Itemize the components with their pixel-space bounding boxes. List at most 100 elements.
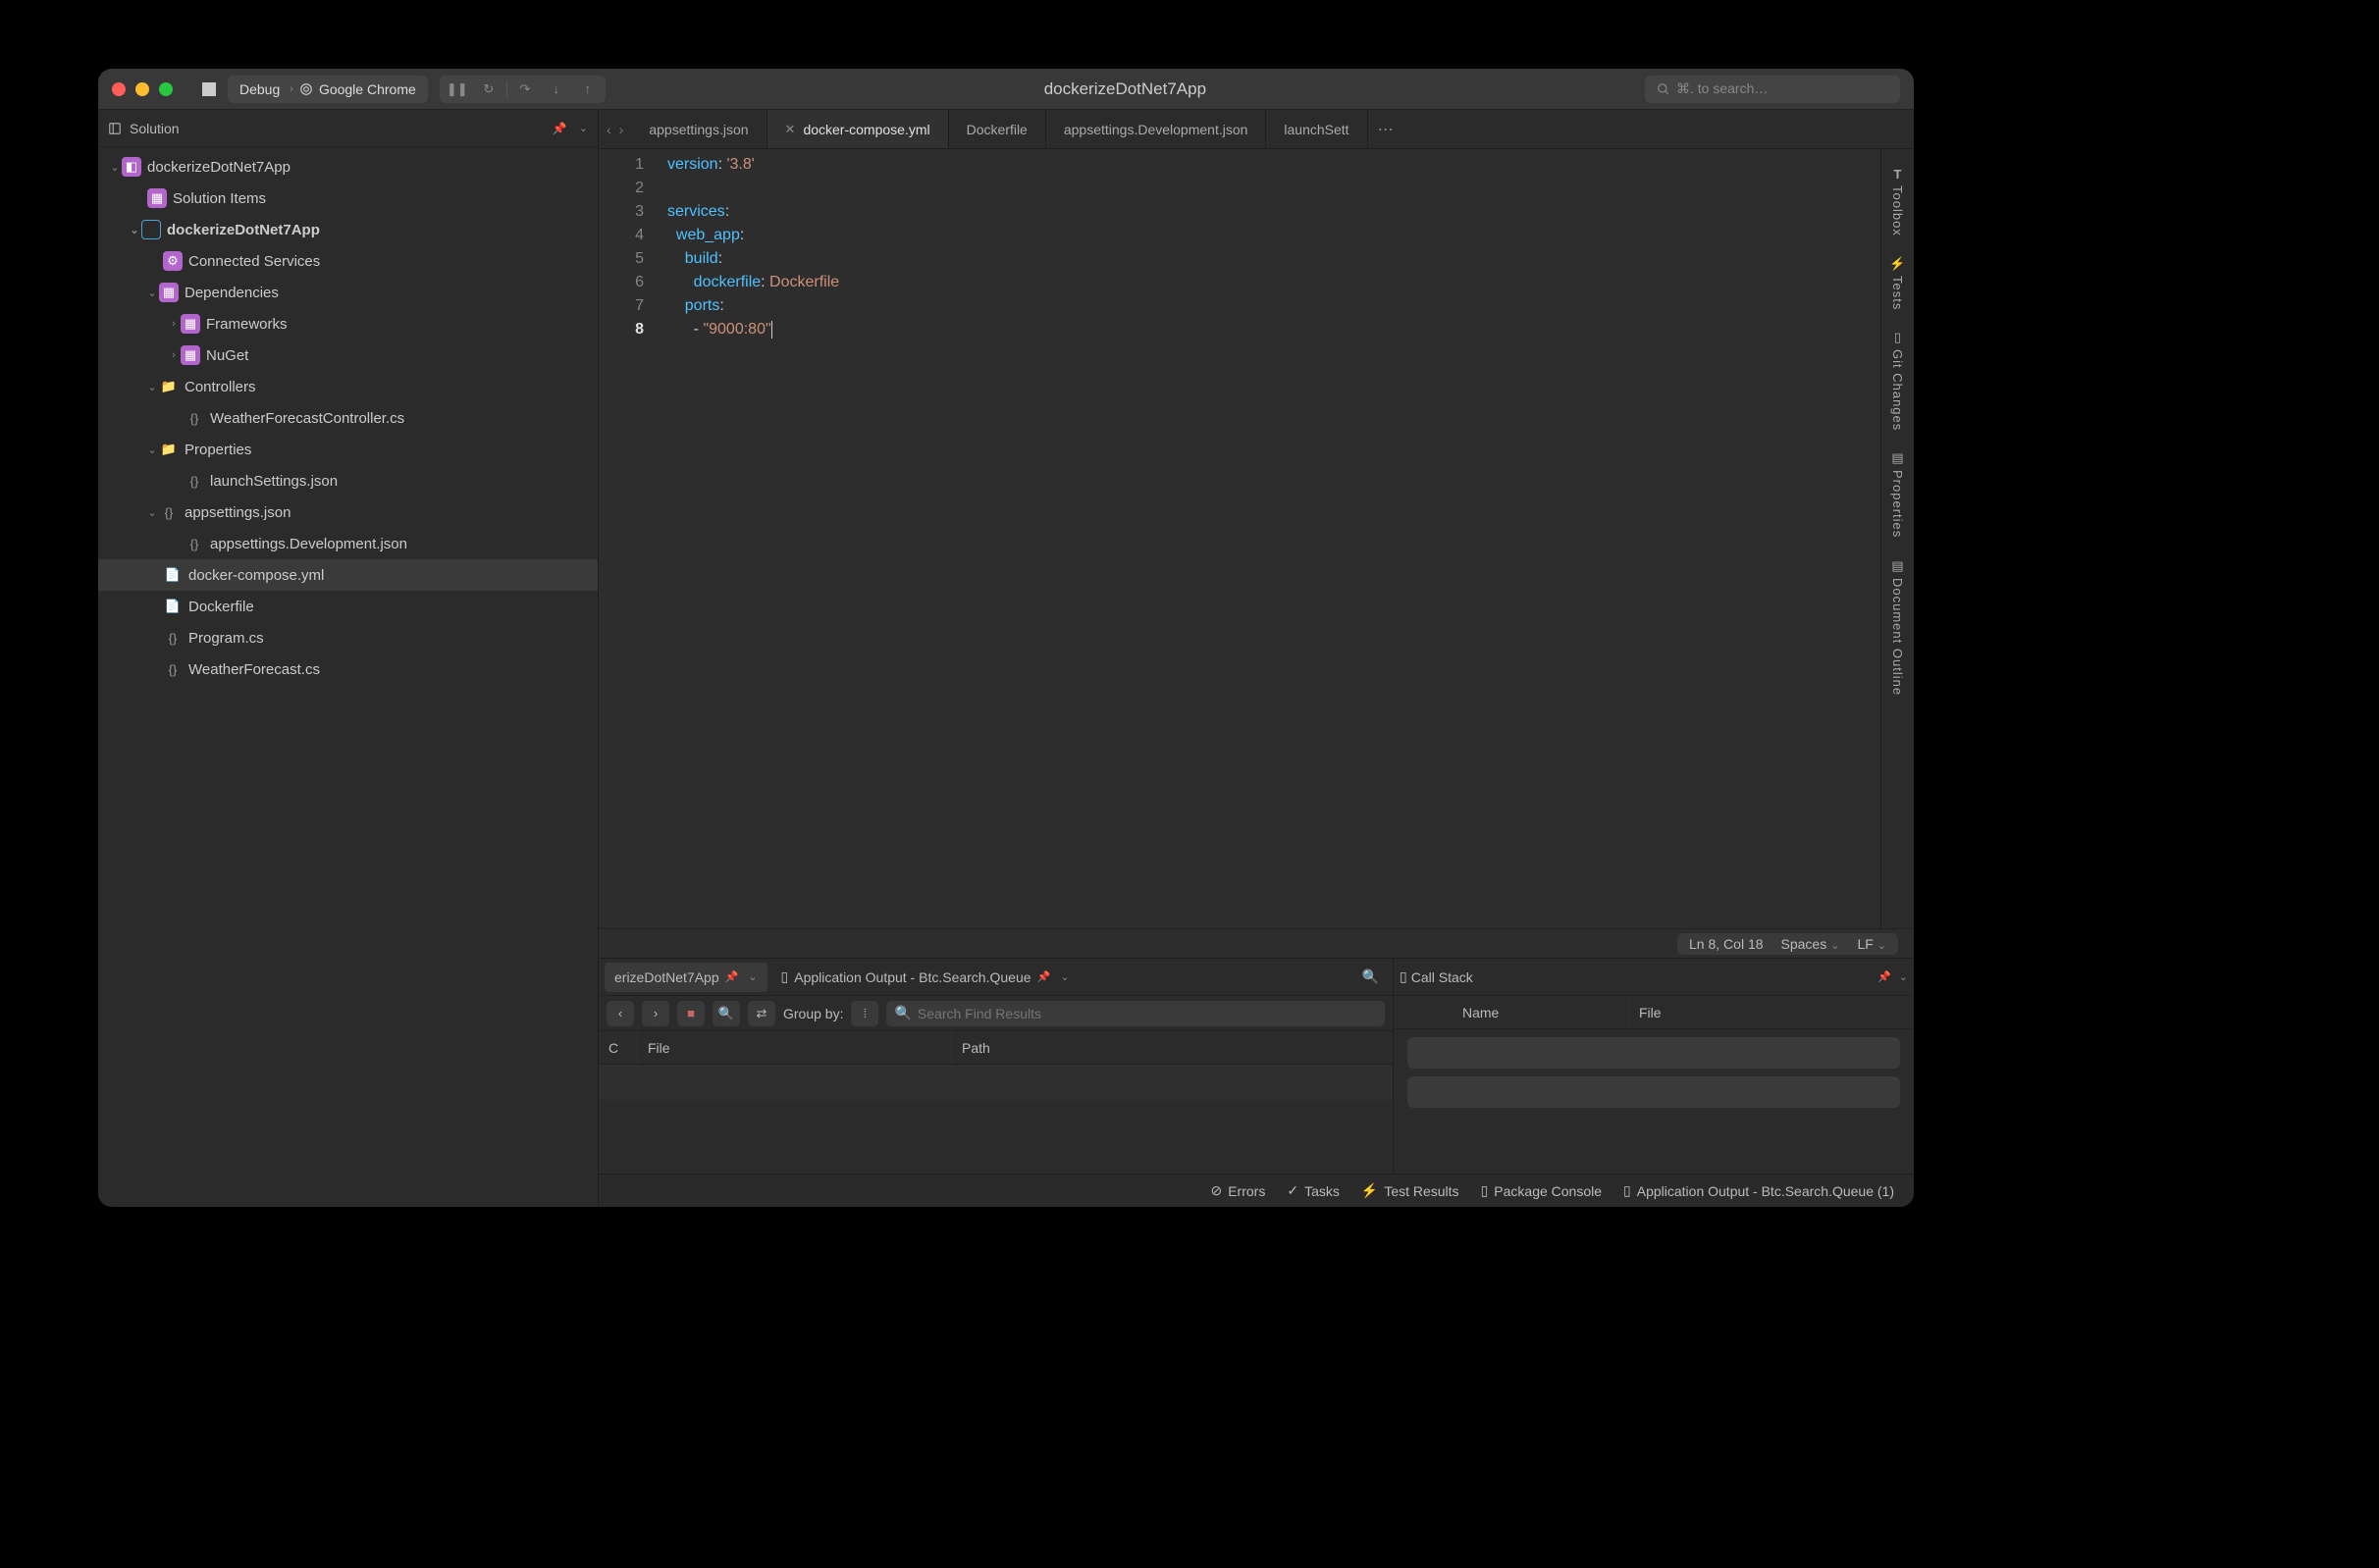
find-results-search[interactable]: 🔍	[886, 1001, 1385, 1026]
call-stack-columns: Name File	[1394, 996, 1914, 1029]
tab-appsettings[interactable]: appsettings.json	[631, 110, 767, 148]
step-out-button[interactable]: ↑	[574, 78, 602, 101]
code-editor[interactable]: 1 2 3 4 5 6 7 8 version: '3.8' services:…	[599, 149, 1880, 928]
stop-button[interactable]	[202, 82, 216, 96]
toolbox-panel-button[interactable]: TToolbox	[1890, 157, 1905, 246]
errors-button[interactable]: ⊘Errors	[1210, 1182, 1265, 1199]
tree-controllers[interactable]: ⌄📁Controllers	[98, 371, 598, 402]
call-stack-title: Call Stack	[1411, 969, 1473, 985]
col-file[interactable]: File	[1629, 996, 1914, 1028]
group-by-label: Group by:	[783, 1006, 843, 1021]
indent-selector[interactable]: Spaces⌄	[1781, 936, 1840, 952]
pin-icon[interactable]: 📌	[1037, 970, 1051, 983]
application-output-button[interactable]: ▯Application Output - Btc.Search.Queue (…	[1623, 1182, 1894, 1199]
tab-appsettings-dev[interactable]: appsettings.Development.json	[1046, 110, 1267, 148]
col-c[interactable]: C	[599, 1031, 638, 1064]
close-tab-icon[interactable]: ✕	[785, 122, 796, 137]
tree-solution-items[interactable]: ▦Solution Items	[98, 183, 598, 214]
refresh-search-button[interactable]: 🔍	[713, 1001, 740, 1026]
step-into-button[interactable]: ↓	[543, 78, 570, 101]
search-icon[interactable]: 🔍	[1354, 968, 1387, 985]
restart-button[interactable]: ↻	[475, 78, 502, 101]
call-stack-body[interactable]	[1394, 1029, 1914, 1174]
tree-appsettings-dev[interactable]: {}appsettings.Development.json	[98, 528, 598, 559]
stop-search-button[interactable]: ■	[677, 1001, 705, 1026]
find-results-tab[interactable]: erizeDotNet7App📌⌄	[605, 963, 767, 992]
tab-docker-compose[interactable]: ✕docker-compose.yml	[767, 110, 949, 148]
minimize-window-button[interactable]	[135, 82, 149, 96]
search-icon: 🔍	[894, 1005, 911, 1021]
pin-icon[interactable]: 📌	[725, 970, 739, 983]
tree-program-cs[interactable]: {}Program.cs	[98, 622, 598, 653]
nav-forward-button[interactable]: ›	[619, 122, 624, 137]
cursor-position[interactable]: Ln 8, Col 18	[1689, 936, 1764, 952]
pin-icon[interactable]: 📌	[1877, 970, 1891, 983]
chevron-down-icon[interactable]: ⌄	[579, 122, 588, 134]
col-file[interactable]: File	[638, 1031, 952, 1064]
tree-project[interactable]: ⌄dockerizeDotNet7App	[98, 214, 598, 245]
tree-frameworks[interactable]: ›▦Frameworks	[98, 308, 598, 340]
tests-panel-button[interactable]: ⚡Tests	[1889, 246, 1905, 320]
sidebar-header: Solution 📌 ⌄	[98, 110, 598, 147]
result-row[interactable]	[599, 1100, 1393, 1135]
tree-dependencies[interactable]: ⌄▦Dependencies	[98, 277, 598, 308]
tree-properties[interactable]: ⌄📁Properties	[98, 434, 598, 465]
next-result-button[interactable]: ›	[642, 1001, 669, 1026]
find-results-body[interactable]	[599, 1065, 1393, 1174]
solution-icon: ◧	[122, 157, 141, 177]
output-icon: ▯	[781, 968, 789, 985]
tree-weather-forecast[interactable]: {}WeatherForecast.cs	[98, 653, 598, 685]
chevron-down-icon[interactable]: ⌄	[1060, 970, 1069, 983]
tab-dockerfile[interactable]: Dockerfile	[949, 110, 1046, 148]
tree-appsettings[interactable]: ⌄{}appsettings.json	[98, 497, 598, 528]
tree-solution-root[interactable]: ⌄◧dockerizeDotNet7App	[98, 151, 598, 183]
eol-selector[interactable]: LF⌄	[1857, 936, 1886, 952]
search-icon	[1657, 82, 1670, 96]
chevron-down-icon[interactable]: ⌄	[1899, 970, 1908, 983]
tab-overflow-button[interactable]: ⋯	[1368, 110, 1403, 148]
run-config-selector[interactable]: Debug › Google Chrome	[228, 76, 428, 103]
call-stack-row[interactable]	[1407, 1037, 1900, 1069]
solution-tree[interactable]: ⌄◧dockerizeDotNet7App ▦Solution Items ⌄d…	[98, 147, 598, 1207]
col-path[interactable]: Path	[952, 1031, 1393, 1064]
group-by-selector[interactable]: ⦙	[851, 1001, 878, 1026]
window-controls	[112, 82, 173, 96]
find-toolbar: ‹ › ■ 🔍 ⇄ Group by: ⦙ 🔍	[599, 996, 1393, 1031]
call-stack-row[interactable]	[1407, 1076, 1900, 1108]
tree-controller-file[interactable]: {}WeatherForecastController.cs	[98, 402, 598, 434]
tree-docker-compose[interactable]: 📄docker-compose.yml	[98, 559, 598, 591]
code-content[interactable]: version: '3.8' services: web_app: build:…	[658, 149, 1880, 928]
tree-launch-settings[interactable]: {}launchSettings.json	[98, 465, 598, 497]
outline-panel-button[interactable]: ▤Document Outline	[1890, 549, 1905, 706]
git-changes-panel-button[interactable]: ▯Git Changes	[1890, 320, 1905, 441]
services-icon: ⚙	[163, 251, 183, 271]
result-row[interactable]	[599, 1065, 1393, 1100]
csharp-file-icon: {}	[163, 628, 183, 648]
prev-result-button[interactable]: ‹	[607, 1001, 634, 1026]
step-over-button[interactable]: ↷	[511, 78, 539, 101]
tab-launch-settings[interactable]: launchSett	[1266, 110, 1367, 148]
bottom-panels: erizeDotNet7App📌⌄ ▯Application Output - …	[599, 958, 1914, 1174]
col-name[interactable]: Name	[1453, 996, 1629, 1028]
close-window-button[interactable]	[112, 82, 126, 96]
editor-tabs: ‹ › appsettings.json ✕docker-compose.yml…	[599, 110, 1914, 149]
tree-view-button[interactable]: ⇄	[748, 1001, 775, 1026]
chevron-right-icon: ›	[290, 83, 293, 95]
properties-panel-button[interactable]: ▤Properties	[1890, 441, 1905, 548]
package-console-button[interactable]: ▯Package Console	[1481, 1182, 1602, 1199]
run-target-label: Google Chrome	[319, 81, 416, 97]
find-results-search-input[interactable]	[918, 1006, 1377, 1021]
maximize-window-button[interactable]	[159, 82, 173, 96]
global-search[interactable]: ⌘. to search…	[1645, 76, 1900, 103]
application-output-tab[interactable]: ▯Application Output - Btc.Search.Queue📌⌄	[771, 963, 1080, 992]
chevron-down-icon[interactable]: ⌄	[748, 970, 757, 983]
pin-icon[interactable]: 📌	[553, 122, 567, 135]
nav-back-button[interactable]: ‹	[607, 122, 611, 137]
tree-connected-services[interactable]: ⚙Connected Services	[98, 245, 598, 277]
tasks-button[interactable]: ✓Tasks	[1287, 1182, 1340, 1199]
test-results-button[interactable]: ⚡Test Results	[1361, 1182, 1459, 1199]
tree-nuget[interactable]: ›▦NuGet	[98, 340, 598, 371]
tree-dockerfile[interactable]: 📄Dockerfile	[98, 591, 598, 622]
panel-icon	[108, 122, 122, 135]
pause-button[interactable]: ❚❚	[444, 78, 471, 101]
